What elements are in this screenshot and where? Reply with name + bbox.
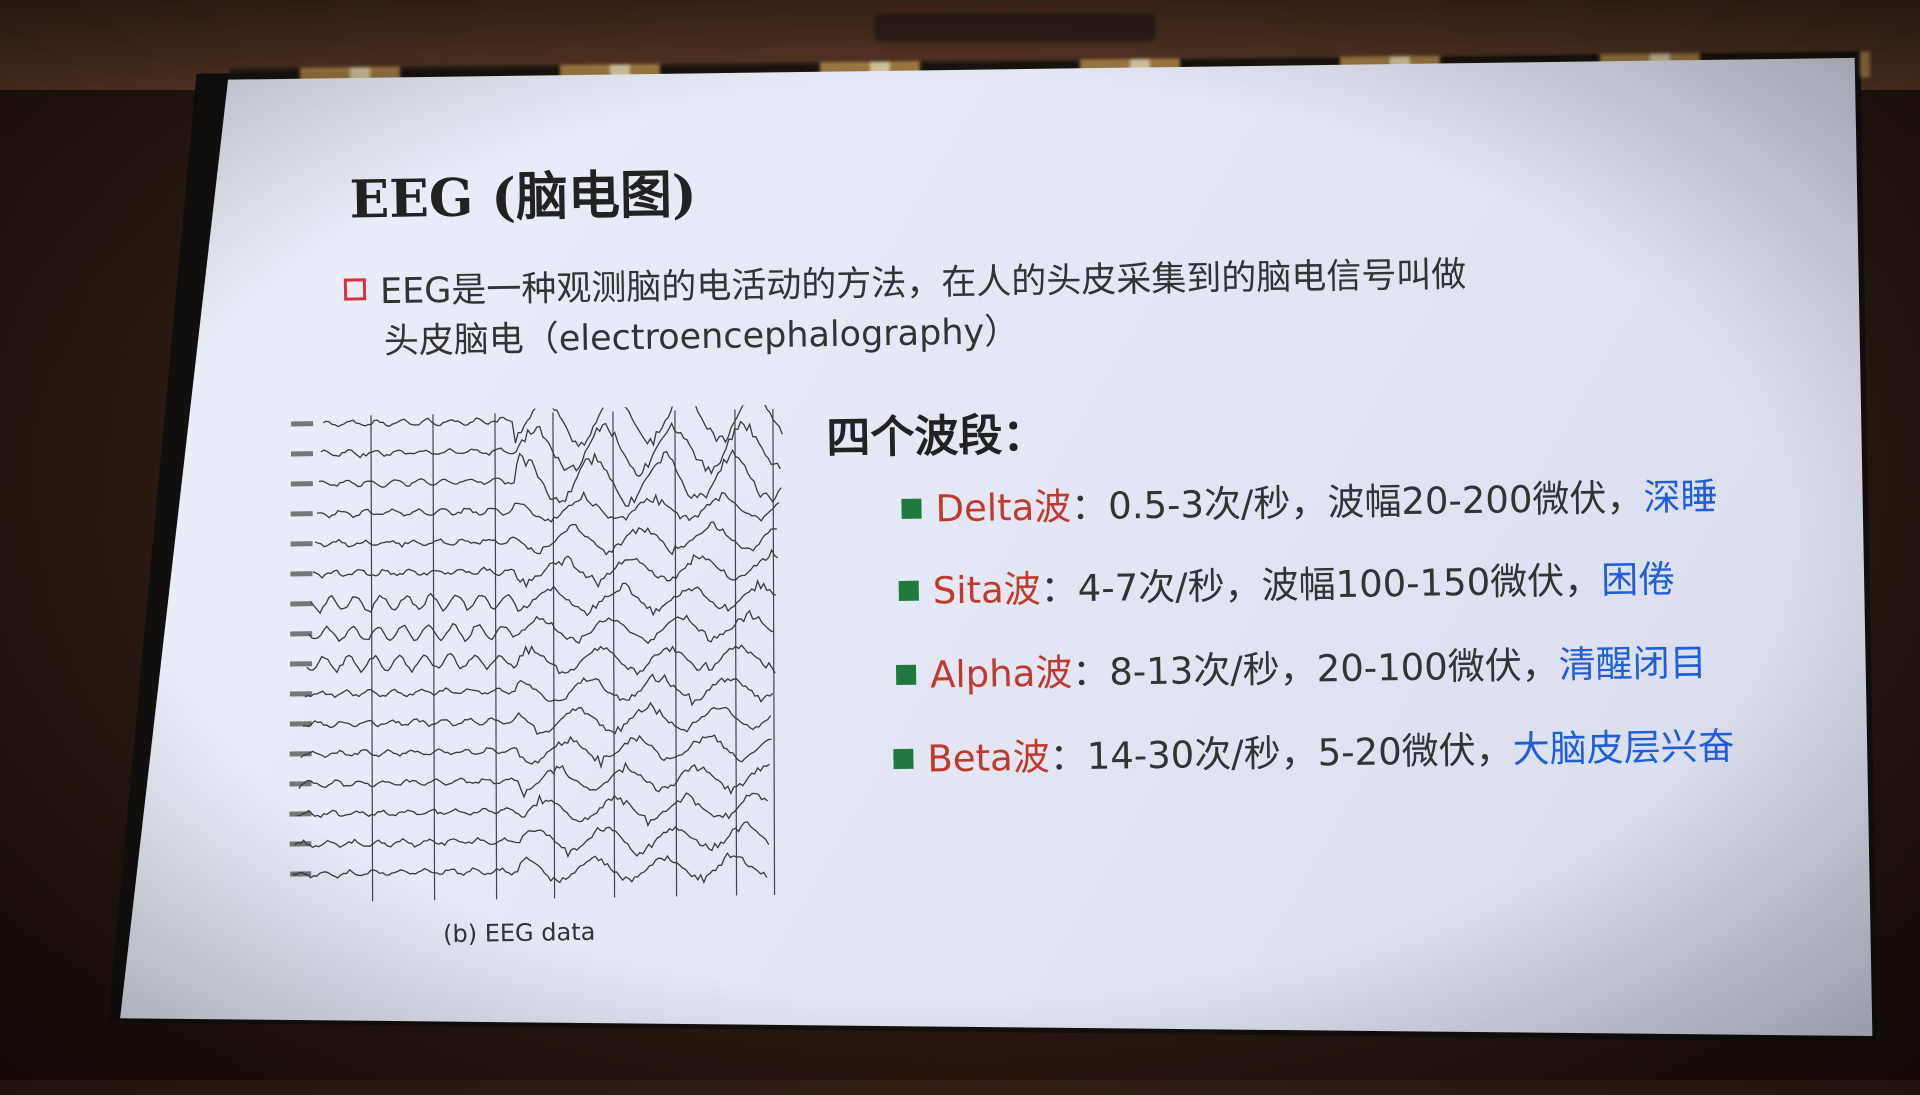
eeg-channel-label [290, 481, 313, 487]
eeg-channel-label [290, 601, 313, 607]
band-item-beta: Beta波：14-30次/秒，5-20微伏，大脑皮层兴奋 [893, 716, 1735, 783]
bands-heading: 四个波段： [825, 409, 1047, 465]
eeg-channel-label [290, 631, 313, 637]
eeg-trace [308, 609, 775, 645]
filled-square-icon [893, 748, 914, 770]
hollow-square-icon [343, 278, 367, 301]
eeg-channel-label [291, 421, 314, 427]
band-name: Alpha波 [929, 651, 1073, 697]
eeg-trace [304, 673, 774, 707]
eeg-channel-label [290, 571, 313, 577]
eeg-channel-label [289, 721, 312, 727]
eeg-channel-label [290, 511, 313, 517]
eeg-traces-image [289, 404, 783, 902]
eeg-trace [298, 761, 770, 799]
eeg-trace [294, 821, 770, 858]
slide-title: EEG (脑电图) [349, 164, 698, 231]
filled-square-icon [898, 580, 919, 601]
band-desc: ：8-13次/秒，20-100微伏， [1071, 643, 1560, 695]
band-item-delta: Delta波：0.5-3次/秒，波幅20-200微伏，深睡 [901, 466, 1718, 533]
band-name: Delta波 [935, 485, 1072, 531]
intro-paragraph: EEG是一种观测脑的电活动的方法，在人的头皮采集到的脑电信号叫做 头皮脑电（el… [343, 246, 1705, 367]
band-state: 困倦 [1600, 557, 1676, 602]
band-state: 深睡 [1643, 475, 1718, 520]
eeg-figure: (b) EEG data [283, 404, 801, 948]
band-item-alpha: Alpha波：8-13次/秒，20-100微伏，清醒闭目 [895, 632, 1708, 699]
eeg-marker-line [772, 408, 776, 895]
eeg-trace [306, 644, 776, 676]
filled-square-icon [901, 498, 922, 519]
eeg-channel-label [290, 541, 313, 547]
projection-screen: EEG (脑电图) EEG是一种观测脑的电活动的方法，在人的头皮采集到的脑电信号… [120, 57, 1873, 1037]
band-name: Beta波 [927, 735, 1051, 781]
filled-square-icon [895, 664, 917, 686]
eeg-channel-label [290, 661, 313, 667]
band-desc: ：14-30次/秒，5-20微伏， [1049, 728, 1513, 779]
ceiling-fixture [876, 14, 1154, 38]
band-state: 大脑皮层兴奋 [1512, 724, 1735, 772]
eeg-trace [312, 548, 779, 589]
eeg-trace [300, 734, 772, 770]
eeg-trace [292, 852, 768, 885]
eeg-trace [310, 578, 777, 617]
eeg-marker-line [552, 412, 556, 899]
band-desc: ：0.5-3次/秒，波幅20-200微伏， [1070, 476, 1644, 529]
figure-caption: (b) EEG data [442, 917, 596, 949]
eeg-trace [302, 701, 772, 736]
eeg-channel-label [290, 451, 314, 457]
eeg-marker-line [734, 409, 738, 896]
band-name: Sita波 [932, 567, 1042, 613]
eeg-marker-line [674, 410, 678, 897]
band-item-sita: Sita波：4-7次/秒，波幅100-150微伏，困倦 [898, 549, 1675, 615]
band-desc: ：4-7次/秒，波幅100-150微伏， [1040, 558, 1602, 611]
eeg-trace [314, 521, 777, 556]
slide: EEG (脑电图) EEG是一种观测脑的电活动的方法，在人的头皮采集到的脑电信号… [120, 58, 1872, 1036]
eeg-marker-line [432, 414, 436, 901]
eeg-trace [296, 792, 769, 828]
band-state: 清醒闭目 [1558, 641, 1708, 687]
